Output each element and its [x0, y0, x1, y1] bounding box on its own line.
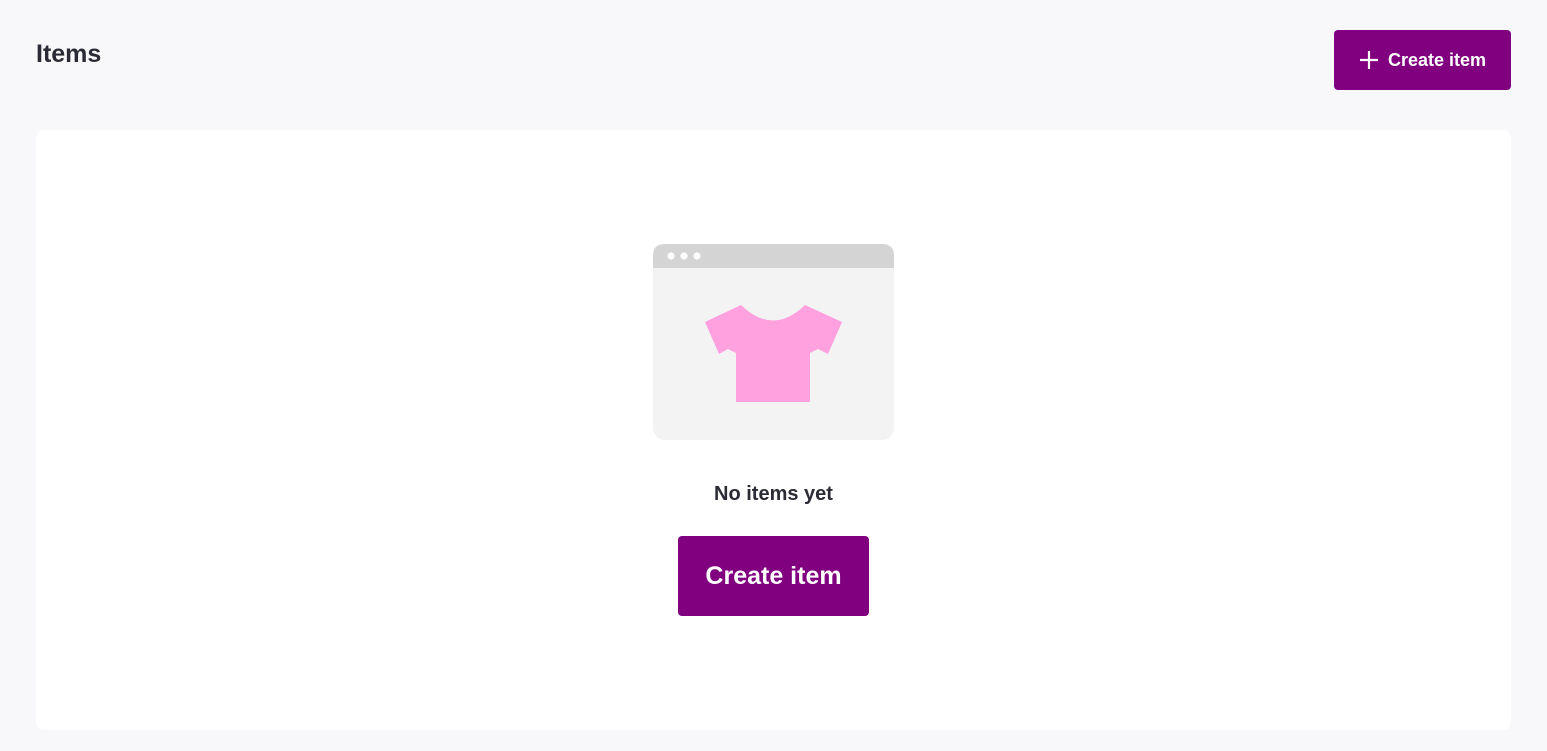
- empty-state-create-item-button[interactable]: Create item: [678, 536, 869, 616]
- page-header: Items Create item: [0, 0, 1547, 120]
- items-content-card: No items yet Create item: [36, 130, 1511, 730]
- tshirt-in-browser-window-icon: [653, 244, 894, 440]
- empty-state-message: No items yet: [714, 483, 833, 505]
- plus-icon: [1359, 51, 1378, 69]
- create-item-button[interactable]: Create item: [1334, 30, 1511, 90]
- page-title: Items: [36, 40, 102, 68]
- create-item-button-label: Create item: [1387, 49, 1487, 70]
